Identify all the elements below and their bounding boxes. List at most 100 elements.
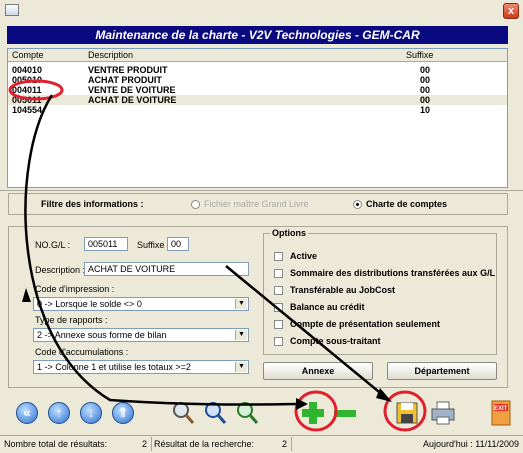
arrow-down-icon: ↓	[80, 402, 102, 424]
arrow-up-icon: ↑	[48, 402, 70, 424]
code-impression-select[interactable]: 0 -> Lorsque le solde <> 0 ▼	[33, 297, 249, 311]
application-window: x Maintenance de la charte - V2V Technol…	[0, 0, 523, 453]
radio-charte-label: Charte de comptes	[366, 199, 448, 209]
table-row[interactable]: 004010 VENTRE PRODUIT 00	[8, 65, 507, 75]
filter-bar: Filtre des informations : Fichier maître…	[8, 193, 508, 215]
chevron-down-icon[interactable]: ▼	[235, 362, 247, 372]
row-suffixe: 00	[420, 95, 431, 105]
total-results: Nombre total de résultats: 2	[2, 437, 152, 451]
checkbox-active-label: Active	[290, 251, 318, 261]
row-compte: 004010	[12, 65, 43, 75]
checkbox-sous-traitant[interactable]	[274, 337, 283, 346]
exit-door-icon	[491, 400, 511, 426]
search-results-value: 2	[281, 439, 287, 449]
exit-button[interactable]: EXIT	[486, 398, 516, 428]
search-results-label: Résultat de la recherche:	[154, 439, 255, 449]
radio-grand-livre[interactable]	[191, 200, 200, 209]
search-next-button[interactable]	[200, 398, 230, 428]
close-button[interactable]: x	[503, 3, 519, 19]
printer-icon	[431, 401, 455, 425]
annexe-button[interactable]: Annexe	[263, 362, 373, 380]
checkbox-presentation-label: Compte de présentation seulement	[290, 319, 441, 329]
description-field[interactable]: ACHAT DE VOITURE	[84, 262, 249, 276]
row-compte: 004011	[12, 85, 42, 95]
filter-label: Filtre des informations :	[41, 199, 144, 209]
arrow-up-bold-icon: ⇑	[112, 402, 134, 424]
add-button[interactable]	[298, 398, 328, 428]
search-results: Résultat de la recherche: 2	[152, 437, 292, 451]
first-record-button[interactable]: «	[12, 398, 42, 428]
no-gl-field[interactable]: 005011	[84, 237, 128, 251]
table-row-selected[interactable]: 005011 ACHAT DE VOITURE 00	[8, 95, 507, 105]
checkbox-sommaire[interactable]	[274, 269, 283, 278]
divider	[0, 190, 523, 191]
table-row[interactable]: 004011 VENTE DE VOITURE 00	[8, 85, 507, 95]
checkbox-sous-traitant-label: Compte sous-traitant	[290, 336, 381, 346]
code-accumulations-value: 1 -> Colonne 1 et utilise les totaux >=2	[37, 362, 191, 372]
accounts-table[interactable]: Compte Description Suffixe 004010 VENTRE…	[7, 48, 508, 188]
checkbox-active[interactable]	[274, 252, 283, 261]
code-impression-label: Code d'impression :	[35, 284, 115, 294]
checkbox-balance-credit-label: Balance au crédit	[290, 302, 365, 312]
search-all-button[interactable]	[232, 398, 262, 428]
row-compte: 005010	[12, 75, 43, 85]
search-all-icon	[237, 402, 259, 424]
table-row[interactable]: 005010 ACHAT PRODUIT 00	[8, 75, 507, 85]
table-row[interactable]: 104554 10	[8, 105, 507, 115]
row-description: ACHAT PRODUIT	[88, 75, 162, 85]
search-icon	[173, 402, 195, 424]
app-icon	[5, 4, 19, 16]
column-header-suffixe[interactable]: Suffixe	[406, 49, 433, 61]
status-bar: Nombre total de résultats: 2 Résultat de…	[0, 435, 523, 453]
row-suffixe: 00	[420, 65, 431, 75]
save-button[interactable]	[392, 398, 422, 428]
plus-icon	[302, 402, 324, 424]
floppy-disk-icon	[396, 402, 418, 424]
row-suffixe: 00	[420, 75, 431, 85]
row-description: VENTRE PRODUIT	[88, 65, 168, 75]
chevron-down-icon[interactable]: ▼	[235, 299, 247, 309]
total-results-label: Nombre total de résultats:	[4, 439, 108, 449]
checkbox-balance-credit[interactable]	[274, 303, 283, 312]
radio-charte[interactable]	[353, 200, 362, 209]
code-accumulations-label: Code d'accumulations :	[35, 347, 129, 357]
search-next-icon	[205, 402, 227, 424]
type-rapports-label: Type de rapports :	[35, 315, 108, 325]
minus-icon	[334, 410, 356, 417]
row-compte: 005011	[12, 95, 42, 105]
type-rapports-value: 2 -> Annexe sous forme de bilan	[37, 330, 167, 340]
options-title: Options	[270, 228, 308, 238]
row-description: VENTE DE VOITURE	[88, 85, 176, 95]
last-record-button[interactable]: ⇑	[108, 398, 138, 428]
toolbar: « ↑ ↓ ⇑ EXIT	[0, 394, 523, 432]
account-form: NO.G/L : 005011 Suffixe : 00 Description…	[8, 226, 508, 388]
checkbox-presentation[interactable]	[274, 320, 283, 329]
checkbox-jobcost[interactable]	[274, 286, 283, 295]
row-suffixe: 00	[420, 85, 431, 95]
options-group: Options Active Sommaire des distribution…	[263, 228, 497, 355]
chevron-down-icon[interactable]: ▼	[235, 330, 247, 340]
column-header-compte[interactable]: Compte	[12, 49, 44, 61]
total-results-value: 2	[141, 439, 147, 449]
print-button[interactable]	[428, 398, 458, 428]
search-button[interactable]	[168, 398, 198, 428]
previous-record-button[interactable]: ↑	[44, 398, 74, 428]
no-gl-label: NO.G/L :	[35, 240, 71, 250]
suffixe-field[interactable]: 00	[167, 237, 189, 251]
checkbox-sommaire-label: Sommaire des distributions transférées a…	[290, 268, 496, 278]
code-accumulations-select[interactable]: 1 -> Colonne 1 et utilise les totaux >=2…	[33, 360, 249, 374]
column-header-description[interactable]: Description	[88, 49, 133, 61]
departement-button[interactable]: Département	[387, 362, 497, 380]
first-record-icon: «	[16, 402, 38, 424]
table-header: Compte Description Suffixe	[8, 49, 507, 62]
row-description: ACHAT DE VOITURE	[88, 95, 177, 105]
row-suffixe: 10	[420, 105, 431, 115]
delete-button[interactable]	[330, 398, 360, 428]
type-rapports-select[interactable]: 2 -> Annexe sous forme de bilan ▼	[33, 328, 249, 342]
suffixe-label: Suffixe :	[137, 240, 170, 250]
exit-label: EXIT	[494, 406, 508, 412]
today-date: Aujourd'hui : 11/11/2009	[423, 439, 519, 449]
description-label: Description :	[35, 265, 86, 275]
next-record-button[interactable]: ↓	[76, 398, 106, 428]
row-compte: 104554	[12, 105, 43, 115]
